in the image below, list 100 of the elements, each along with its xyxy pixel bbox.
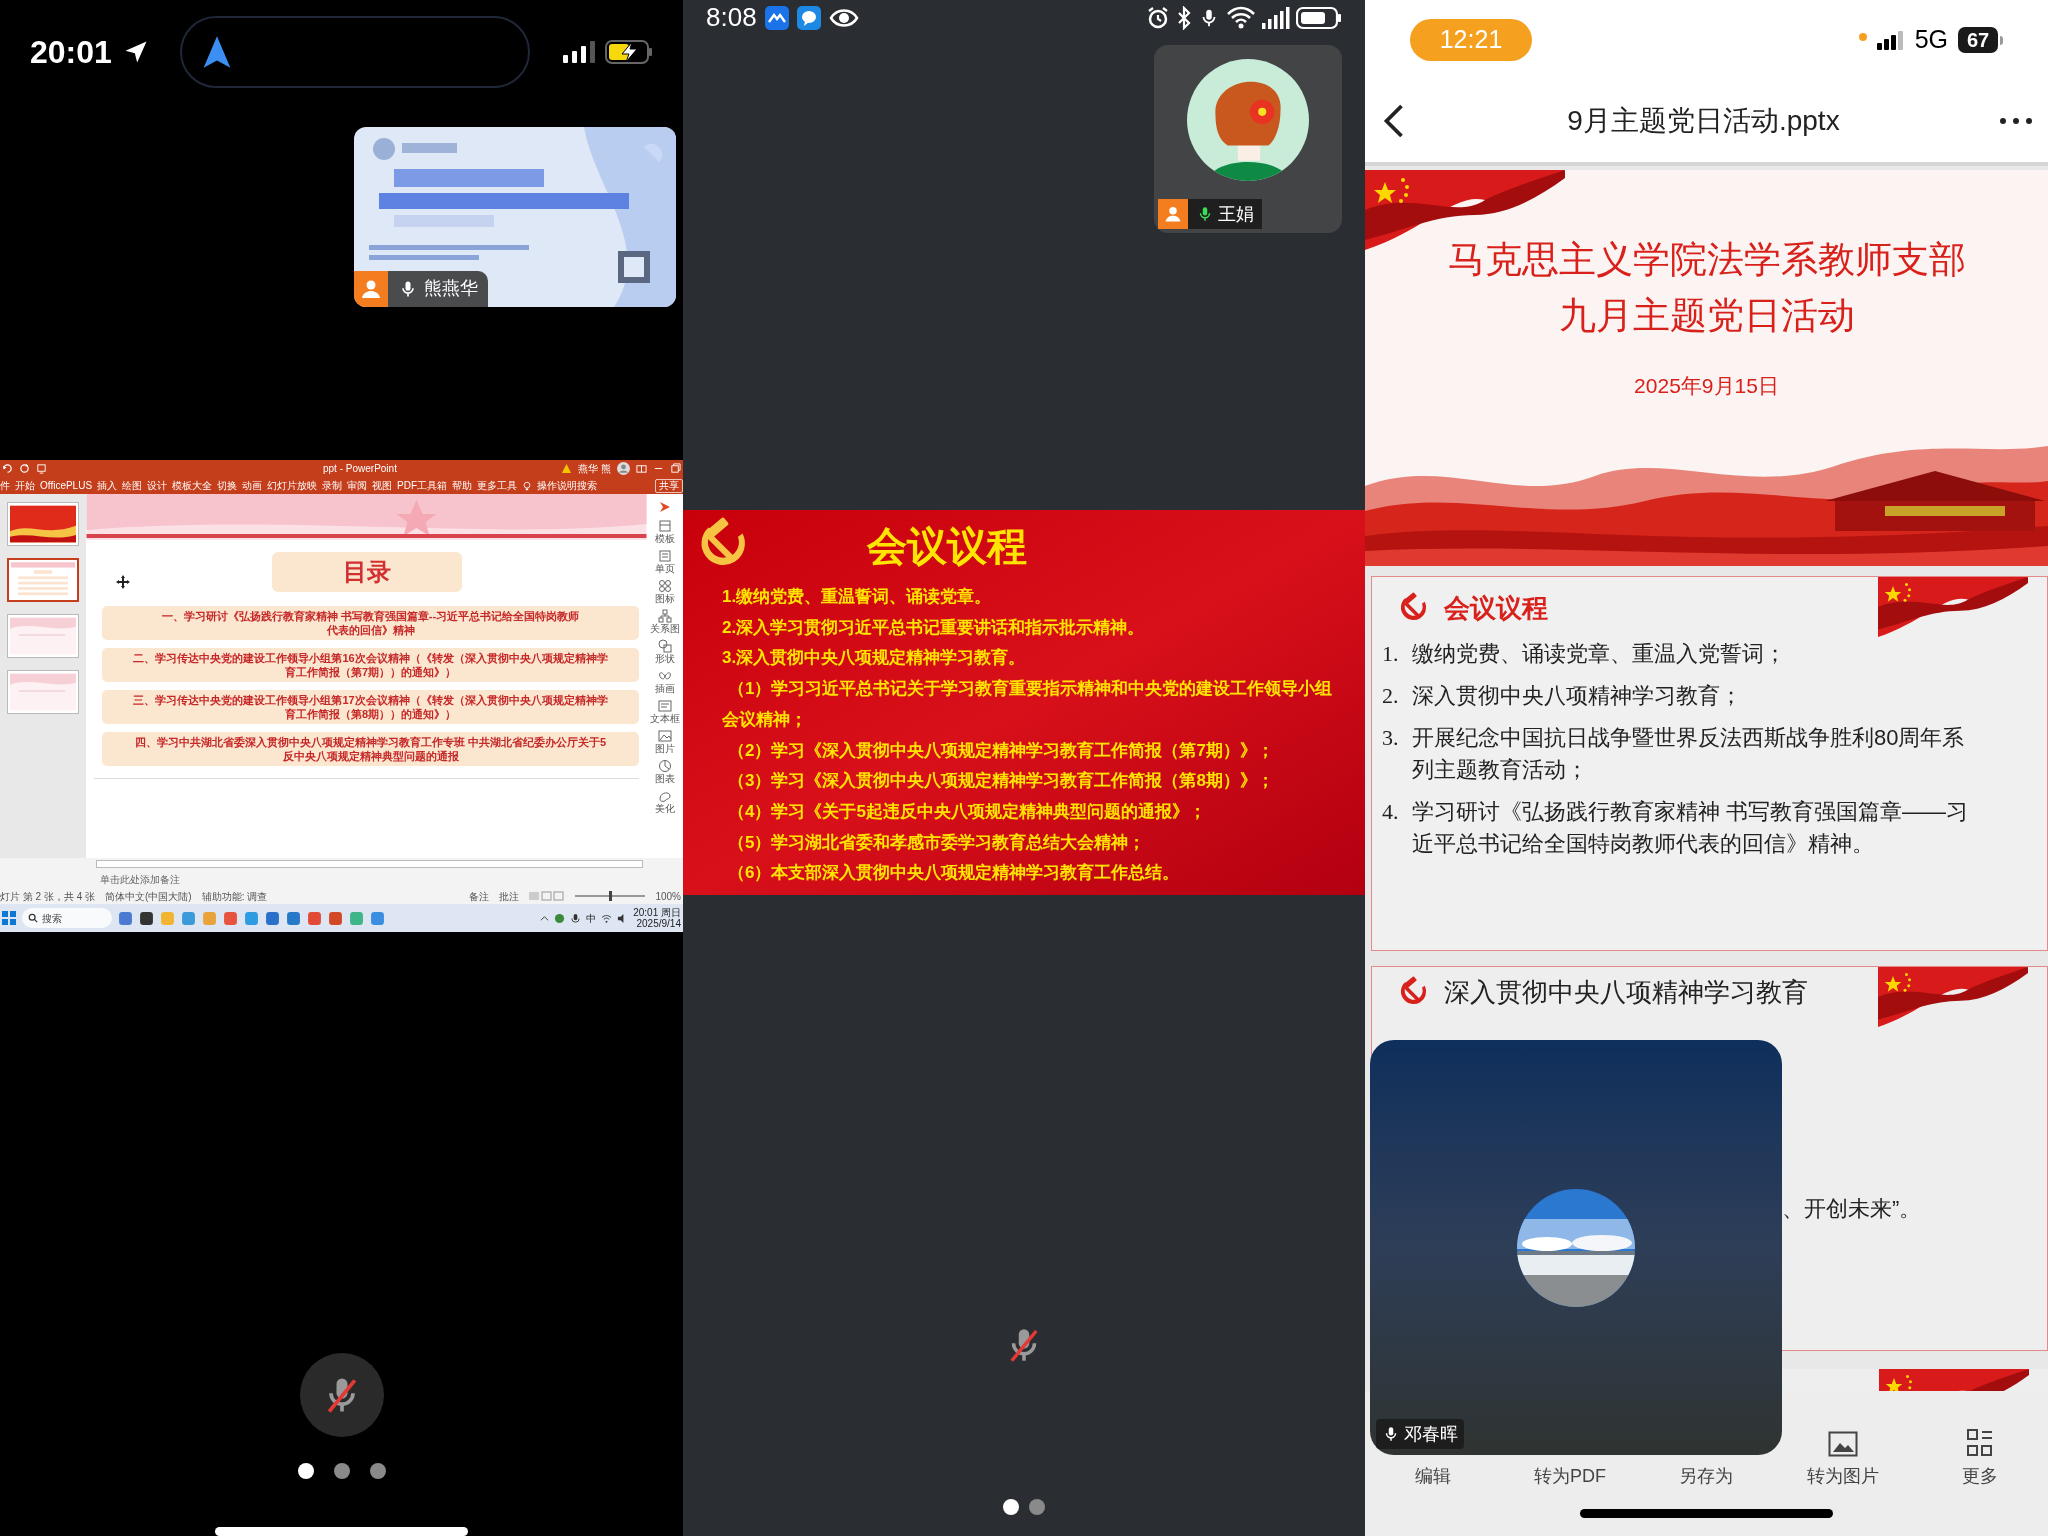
avatar-icon[interactable]: [617, 462, 630, 476]
signal-icon: [563, 40, 595, 63]
agenda-item: （1）学习习近平总书记关于学习教育重要指示精神和中央党的建设工作领导小组 会议精神；: [722, 678, 1334, 731]
ribbon-tab[interactable]: OfficePLUS: [40, 478, 93, 494]
agenda-item: 3.深入贯彻中央八项规定精神学习教育。: [722, 647, 1027, 670]
toolbar-button[interactable]: 更多: [1961, 1429, 1998, 1487]
toc-entry: 二、学习传达中央党的建设工作领导小组第16次会议精神（《转发（深入贯彻中央八项规定精神学 育工作简报（第7期））的通知》）: [102, 647, 639, 682]
slide-date: 2025年9月15日: [1634, 373, 1779, 399]
tool-button[interactable]: 文本框: [650, 698, 680, 724]
lightbulb-icon: [522, 480, 533, 491]
toc-entry: 一、学习研讨《弘扬践行教育家精神 书写教育强国篇章--习近平总书记给全国特岗教师 代表的回信》精神: [102, 605, 639, 640]
template-icon: [658, 518, 672, 533]
ribbon-tab[interactable]: 绘图: [122, 478, 143, 494]
ribbon-tab[interactable]: 开始: [15, 478, 35, 494]
window-title: ppt - PowerPoint: [323, 462, 397, 477]
more-icon[interactable]: [1998, 116, 2034, 126]
charging-battery-icon: [605, 39, 653, 64]
chart-icon: [658, 758, 672, 773]
present-icon[interactable]: [36, 463, 47, 475]
wifi-icon[interactable]: [601, 912, 613, 924]
participant-tile[interactable]: 王娟: [1154, 45, 1342, 233]
alarm-icon: [1146, 5, 1170, 30]
toolbar-button[interactable]: 编辑: [1415, 1465, 1452, 1487]
ribbon-tab[interactable]: PDF工具箱: [397, 478, 448, 494]
tool-button[interactable]: 图标: [655, 578, 675, 604]
toc-entry: 四、学习中共湖北省委深入贯彻中央八项规定精神学习教育工作专班 中共湖北省纪委办公厅关于5 反中央八项规定精神典型问题的通报: [102, 731, 639, 766]
ribbon-tab[interactable]: 操作说明搜索: [537, 478, 598, 494]
status-time: 8:08: [706, 1, 757, 34]
ribbon-tab[interactable]: 帮助: [452, 478, 473, 494]
restore-icon[interactable]: [670, 463, 681, 475]
input-method[interactable]: 中: [586, 910, 597, 926]
microphone-icon[interactable]: [570, 912, 582, 924]
language-indicator[interactable]: 简体中文(中国大陆): [105, 888, 192, 904]
agenda-item: （6）本支部深入贯彻中央八项规定精神学习教育工作总结。: [727, 862, 1181, 885]
accessibility-status[interactable]: 辅助功能: 调查: [201, 888, 268, 904]
tool-button[interactable]: 单页: [655, 548, 675, 574]
horizontal-scrollbar[interactable]: [96, 860, 643, 869]
ribbon-display-icon[interactable]: [636, 463, 647, 475]
wifi-icon: [1226, 5, 1256, 30]
ribbon-tab[interactable]: 插入: [97, 478, 118, 494]
participant-name: 王娟: [1218, 202, 1254, 226]
agenda-item: （3）学习《深入贯彻中央八项规定精神学习教育工作简报（第8期）》；: [727, 770, 1275, 793]
status-time: 12:21: [1410, 19, 1532, 61]
tool-button[interactable]: 插画: [655, 668, 675, 694]
ribbon-tab[interactable]: 模板大全: [172, 478, 213, 494]
undo-icon[interactable]: [2, 463, 13, 475]
start-button-icon[interactable]: [2, 911, 16, 926]
ribbon-tab[interactable]: 切换: [217, 478, 238, 494]
ribbon-tab[interactable]: 件: [0, 478, 10, 494]
toolbar-button[interactable]: 转为PDF: [1533, 1465, 1606, 1487]
list-item-text: 开展纪念中国抗日战争暨世界反法西斯战争胜利80周年系 列主题教育活动；: [1412, 724, 1965, 784]
meeting-app-icon: [764, 5, 789, 30]
zoom-slider-thumb[interactable]: [608, 891, 612, 902]
ribbon-tab[interactable]: 动画: [242, 478, 263, 494]
slide-heading: 目录: [271, 551, 462, 592]
slide-title: 会议议程: [867, 523, 1027, 570]
ribbon-tab[interactable]: 视图: [372, 478, 393, 494]
toolbar-button[interactable]: 转为图片: [1807, 1431, 1880, 1487]
search-label: 搜索: [42, 911, 62, 926]
taskbar-search-field[interactable]: 搜索: [22, 908, 112, 929]
list-number: 1.: [1382, 640, 1400, 668]
comments-toggle[interactable]: 批注: [499, 888, 520, 904]
slide-count: 灯片 第 2 张，共 4 张: [0, 889, 95, 904]
diagram-icon: [658, 608, 672, 623]
ribbon-tab[interactable]: 审阅: [347, 478, 368, 494]
slide-thumbnail[interactable]: [7, 613, 79, 658]
toolbar-button[interactable]: 另存为: [1679, 1465, 1734, 1487]
status-time: 20:01: [30, 32, 112, 72]
ribbon-tab[interactable]: 幻灯片放映: [267, 478, 318, 494]
redo-icon[interactable]: [19, 463, 30, 475]
app-icon[interactable]: [139, 910, 154, 926]
tool-button[interactable]: 图表: [655, 758, 675, 784]
ribbon-tab[interactable]: 更多工具: [477, 478, 518, 494]
notes-text[interactable]: 单击此处添加备注: [100, 871, 180, 887]
slide-thumbnail[interactable]: [7, 501, 79, 546]
arrow-logo-icon[interactable]: [658, 499, 672, 514]
clock-time: 20:01 周日: [633, 907, 681, 919]
toc-entry: 三、学习传达中央党的建设工作领导小组第17次会议精神（《转发（深入贯彻中央八项规定精神学 育工作简报（第8期））的通知》）: [102, 689, 639, 724]
agenda-item: （2）学习《深入贯彻中央八项规定精神学习教育工作简报（第7期）》；: [727, 739, 1275, 762]
tool-button[interactable]: 关系图: [650, 608, 680, 634]
page-icon: [658, 548, 672, 563]
image-icon: [658, 728, 672, 743]
agenda-item: 2.深入学习贯彻习近平总书记重要讲话和指示批示精神。: [722, 616, 1146, 639]
agenda-item: （4）学习《关于5起违反中央八项规定精神典型问题的通报》；: [727, 800, 1207, 823]
privacy-indicator-icon: [1858, 33, 1867, 42]
tool-button[interactable]: 模板: [655, 518, 675, 544]
tool-button[interactable]: 图片: [655, 728, 675, 754]
notes-toggle[interactable]: 备注: [469, 888, 490, 904]
tool-button[interactable]: 形状: [655, 638, 675, 664]
account-name[interactable]: 燕华 熊: [578, 461, 611, 477]
ribbon-tab[interactable]: 录制: [322, 478, 343, 494]
slide-thumbnail[interactable]: [7, 557, 79, 602]
grid-icon: [1966, 1429, 1993, 1457]
slide-thumbnail[interactable]: [7, 669, 79, 714]
tray-icon[interactable]: [554, 912, 566, 924]
caret-icon[interactable]: [540, 913, 550, 923]
ribbon-tab[interactable]: 设计: [147, 478, 168, 494]
taskbar-clock[interactable]: 20:01 周日 2025/9/14: [633, 907, 681, 930]
navigation-arrow-icon: [201, 34, 232, 69]
tool-button[interactable]: 美化: [655, 788, 675, 814]
